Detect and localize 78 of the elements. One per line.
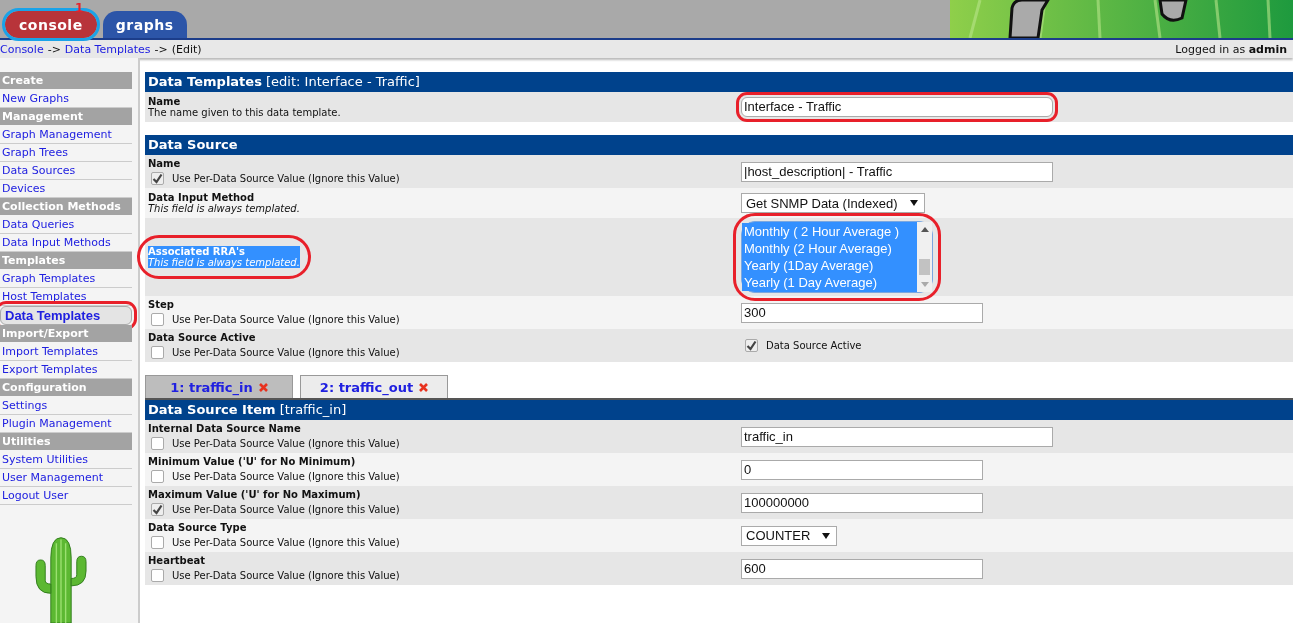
text-field[interactable]: 600 <box>741 558 983 579</box>
field-label: Data Source Type <box>148 522 248 533</box>
checkbox[interactable] <box>151 470 164 483</box>
sidebar-item[interactable]: Data Sources <box>0 162 132 180</box>
field-label: Heartbeat <box>148 555 207 566</box>
checkbox-label: Use Per-Data Source Value (Ignore this Value) <box>172 471 400 482</box>
delete-x-icon <box>419 382 429 392</box>
nav-tab[interactable]: console <box>5 11 97 38</box>
breadcrumb-current: (Edit) <box>171 42 202 56</box>
delete-x-icon <box>258 382 268 392</box>
sidebar-item[interactable]: User Management <box>0 469 132 487</box>
item-tab[interactable]: 2: traffic_out <box>300 375 448 398</box>
dropdown[interactable]: COUNTER <box>741 525 838 546</box>
checkbox[interactable] <box>151 172 164 185</box>
sidebar-heading: Templates <box>0 252 132 269</box>
checkbox[interactable] <box>151 569 164 582</box>
text-field[interactable]: 100000000 <box>741 492 983 513</box>
checkbox-label: Use Per-Data Source Value (Ignore this Value) <box>172 173 400 184</box>
field-label: Data Source Active <box>148 332 257 343</box>
breadcrumb-separator: -> <box>47 42 61 56</box>
dropdown-caret-icon <box>909 200 918 206</box>
sidebar-item[interactable]: Data Queries <box>0 216 132 234</box>
checkbox[interactable] <box>151 503 164 516</box>
field-label: Data Input Method <box>148 192 255 203</box>
checkbox[interactable] <box>151 437 164 450</box>
checkbox[interactable] <box>151 346 164 359</box>
breadcrumb-link[interactable]: Console <box>0 42 44 56</box>
panel-header: Data Source <box>145 135 1293 155</box>
field-label: Associated RRA's <box>148 246 300 257</box>
field-note: This field is always templated. <box>148 203 301 214</box>
text-field[interactable]: 0 <box>741 459 983 480</box>
checkbox-label: Use Per-Data Source Value (Ignore this Value) <box>172 314 400 325</box>
sidebar-item[interactable]: Import Templates <box>0 343 132 361</box>
panel-header: Data Templates [edit: Interface - Traffic] <box>145 72 1293 92</box>
breadcrumb-link[interactable]: Data Templates <box>64 42 151 56</box>
field-label: Internal Data Source Name <box>148 423 302 434</box>
field-label: Step <box>148 299 175 310</box>
item-tab[interactable]: 1: traffic_in <box>145 375 293 398</box>
checkbox-label: Use Per-Data Source Value (Ignore this Value) <box>172 537 400 548</box>
breadcrumb-separator: -> <box>154 42 168 56</box>
sidebar-item[interactable]: Logout User <box>0 487 132 505</box>
text-field[interactable]: |host_description| - Traffic <box>741 161 1053 182</box>
field-label: Name <box>148 158 182 169</box>
dropdown[interactable]: Get SNMP Data (Indexed) <box>741 193 925 213</box>
text-field[interactable]: traffic_in <box>741 426 1053 447</box>
field-note: This field is always templated. <box>148 257 300 268</box>
checkbox-label: Use Per-Data Source Value (Ignore this Value) <box>172 347 400 358</box>
sidebar-heading: Collection Methods <box>0 198 132 215</box>
scrollbar[interactable] <box>917 222 932 292</box>
sidebar-item[interactable]: Settings <box>0 397 132 415</box>
sidebar-item[interactable]: Graph Management <box>0 126 132 144</box>
checkbox[interactable] <box>151 536 164 549</box>
field-description: The name given to this data template. <box>148 107 342 118</box>
sidebar-heading: Configuration <box>0 379 132 396</box>
panel-header: Data Source Item [traffic_in] <box>145 398 1293 420</box>
checkbox-label: Use Per-Data Source Value (Ignore this Value) <box>172 504 400 515</box>
scrollbar-thumb[interactable] <box>919 259 930 275</box>
sidebar-heading: Create <box>0 72 132 89</box>
checkbox-label: Use Per-Data Source Value (Ignore this Value) <box>172 570 400 581</box>
logged-in-user: Logged in as admin <box>1175 42 1288 56</box>
checkbox-label: Use Per-Data Source Value (Ignore this Value) <box>172 438 400 449</box>
text-field[interactable]: 300 <box>741 302 983 323</box>
dropdown-caret-icon <box>822 532 831 539</box>
sidebar-heading: Management <box>0 108 132 125</box>
nav-tab[interactable]: graphs <box>102 11 187 38</box>
field-label: Minimum Value ('U' for No Minimum) <box>148 456 357 467</box>
sidebar-heading: Import/Export <box>0 325 132 342</box>
sidebar-item[interactable]: Graph Trees <box>0 144 132 162</box>
checkbox[interactable] <box>151 313 164 326</box>
checkbox-label: Data Source Active <box>766 340 862 351</box>
sidebar-heading: Utilities <box>0 433 132 450</box>
sidebar-item[interactable]: System Utilities <box>0 451 132 469</box>
field-label: Name <box>148 96 182 107</box>
sidebar-item[interactable]: Graph Templates <box>0 270 132 288</box>
field-label: Maximum Value ('U' for No Maximum) <box>148 489 362 500</box>
scroll-down-arrow-icon <box>920 282 929 287</box>
scroll-up-arrow-icon <box>920 227 929 232</box>
checkbox[interactable] <box>745 339 758 352</box>
